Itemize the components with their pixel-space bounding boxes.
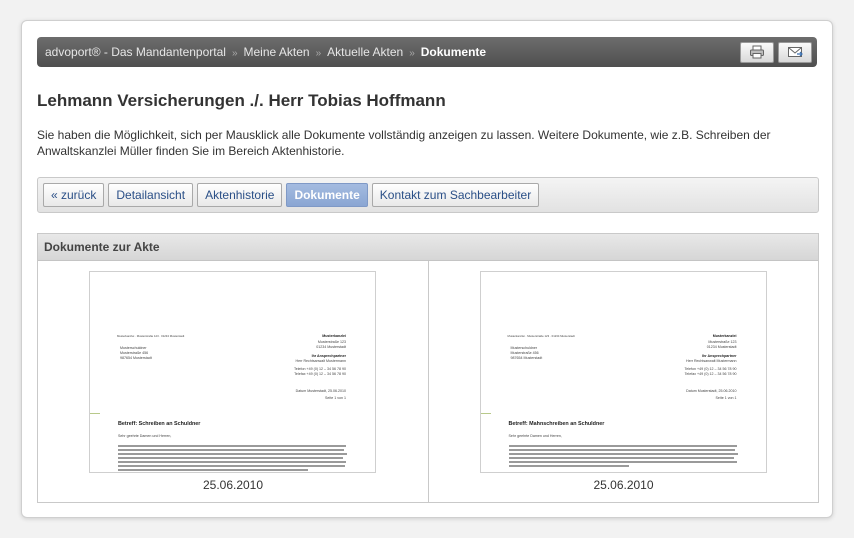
mail-icon — [788, 47, 803, 57]
document-thumbnail[interactable]: Musterkanzlei · Musterstraße 123 · 01234… — [479, 271, 767, 473]
breadcrumb-item-portal[interactable]: advoport® - Das Mandantenportal — [45, 45, 226, 59]
tab-zurueck[interactable]: « zurück — [43, 183, 105, 207]
tab-aktenhistorie[interactable]: Aktenhistorie — [197, 183, 283, 207]
breadcrumb-item-aktuelle-akten[interactable]: Aktuelle Akten — [327, 45, 403, 59]
intro-text: Sie haben die Möglichkeit, sich per Maus… — [37, 128, 771, 158]
tab-detailansicht[interactable]: Detailansicht — [108, 183, 194, 207]
document-thumbnail[interactable]: Musterkanzlei · Musterstraße 123 · 01234… — [89, 271, 376, 473]
portal-window: advoport® - Das Mandantenportal » Meine Ak… — [21, 20, 833, 518]
mail-button[interactable] — [778, 42, 812, 63]
breadcrumb-separator: » — [315, 48, 322, 59]
document-date: 25.06.2010 — [202, 478, 264, 492]
tab-dokumente[interactable]: Dokumente — [286, 183, 368, 207]
page-title: Lehmann Versicherungen ./. Herr Tobias H… — [37, 91, 446, 110]
breadcrumb-bar: advoport® - Das Mandantenportal » Meine Ak… — [37, 37, 817, 67]
documents-grid: Musterkanzlei · Musterstraße 123 · 01234… — [38, 261, 818, 502]
breadcrumb-item-meine-akten[interactable]: Meine Akten — [244, 45, 310, 59]
document-item: Musterkanzlei · Musterstraße 123 · 01234… — [38, 261, 428, 502]
print-button[interactable] — [740, 42, 774, 63]
document-item: Musterkanzlei · Musterstraße 123 · 01234… — [427, 261, 819, 502]
tab-bar: « zurück Detailansicht Aktenhistorie Dok… — [37, 177, 819, 213]
breadcrumb: advoport® - Das Mandantenportal » Meine Ak… — [45, 37, 486, 67]
breadcrumb-separator: » — [231, 48, 238, 59]
documents-panel: Dokumente zur Akte Musterkanzlei · Muste… — [37, 233, 819, 503]
document-date: 25.06.2010 — [593, 478, 654, 492]
breadcrumb-current: Dokumente — [420, 45, 487, 59]
breadcrumb-separator: » — [409, 48, 415, 59]
panel-heading: Dokumente zur Akte — [38, 234, 818, 261]
printer-icon — [750, 45, 764, 59]
tab-kontakt-sachbearbeiter[interactable]: Kontakt zum Sachbearbeiter — [371, 183, 540, 207]
